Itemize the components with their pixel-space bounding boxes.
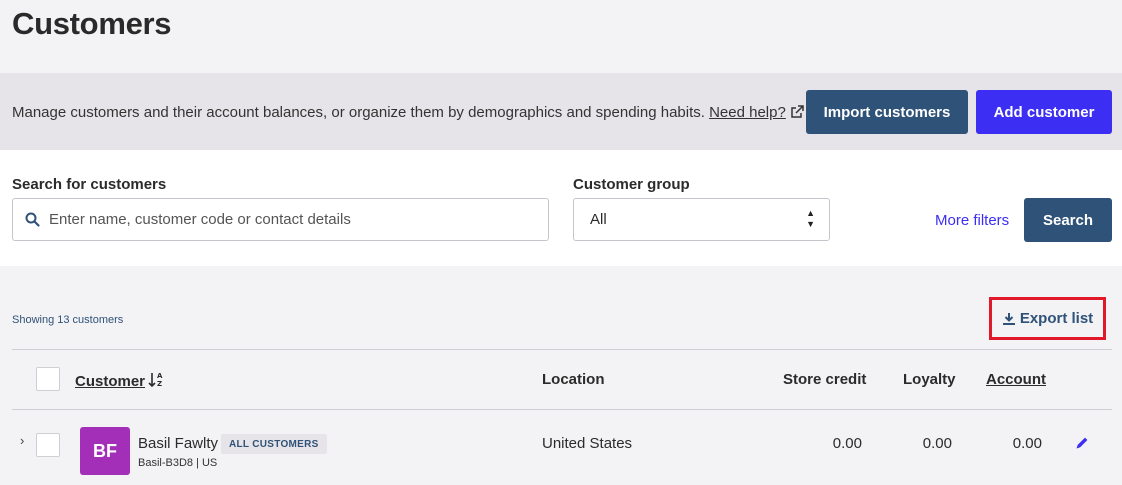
column-header-account[interactable]: Account [986, 371, 1046, 388]
store-credit-value: 0.00 [832, 435, 862, 452]
search-input[interactable] [49, 199, 539, 240]
search-label: Search for customers [12, 176, 167, 193]
column-header-loyalty: Loyalty [903, 371, 956, 388]
table-top-divider [12, 349, 1112, 350]
pencil-edit-icon[interactable] [1075, 436, 1089, 455]
customer-group-label: Customer group [573, 176, 690, 193]
external-link-icon[interactable] [790, 105, 804, 123]
intro-description: Manage customers and their account balan… [12, 104, 705, 121]
export-list-button[interactable]: Export list [989, 297, 1106, 340]
customer-code: Basil-B3D8 | US [138, 457, 218, 469]
svg-text:Z: Z [157, 380, 162, 388]
loyalty-value: 0.00 [922, 435, 952, 452]
column-header-store-credit: Store credit [783, 371, 867, 388]
column-header-customer[interactable]: Customer A Z [75, 371, 164, 393]
download-icon [1002, 312, 1015, 325]
sort-az-icon: AZ [148, 371, 164, 393]
svg-text:A: A [157, 372, 163, 380]
updown-arrows-icon: ▲ ▼ [806, 208, 815, 229]
customer-group-value: All [590, 211, 607, 228]
export-list-label: Export list [1019, 310, 1094, 327]
customer-group-select[interactable]: All ▲ ▼ [573, 198, 830, 241]
more-filters-link[interactable]: More filters [935, 212, 1009, 229]
import-customers-button[interactable]: Import customers [806, 90, 968, 134]
results-count: Showing 13 customers [12, 314, 124, 326]
intro-bar: Manage customers and their account balan… [0, 73, 1122, 150]
help-link[interactable]: Need help? [709, 104, 786, 121]
page-title: Customers [12, 6, 172, 41]
add-customer-button[interactable]: Add customer [976, 90, 1112, 134]
customer-name[interactable]: Basil Fawlty [138, 435, 218, 452]
search-box[interactable] [12, 198, 549, 241]
filter-panel: Search for customers Customer group All … [0, 150, 1122, 266]
column-customer-label: Customer [75, 373, 146, 390]
avatar: BF [80, 427, 130, 475]
row-checkbox[interactable] [36, 433, 60, 457]
customer-group-badge: ALL CUSTOMERS [221, 434, 327, 454]
chevron-right-icon[interactable]: › [20, 433, 24, 448]
select-all-checkbox[interactable] [36, 367, 60, 391]
table-header-divider [12, 409, 1112, 410]
column-header-location: Location [542, 371, 605, 388]
search-icon [25, 212, 40, 232]
account-value: 0.00 [1012, 435, 1042, 452]
search-button[interactable]: Search [1024, 198, 1112, 242]
customer-location: United States [542, 435, 633, 452]
intro-text: Manage customers and their account balan… [12, 104, 804, 123]
